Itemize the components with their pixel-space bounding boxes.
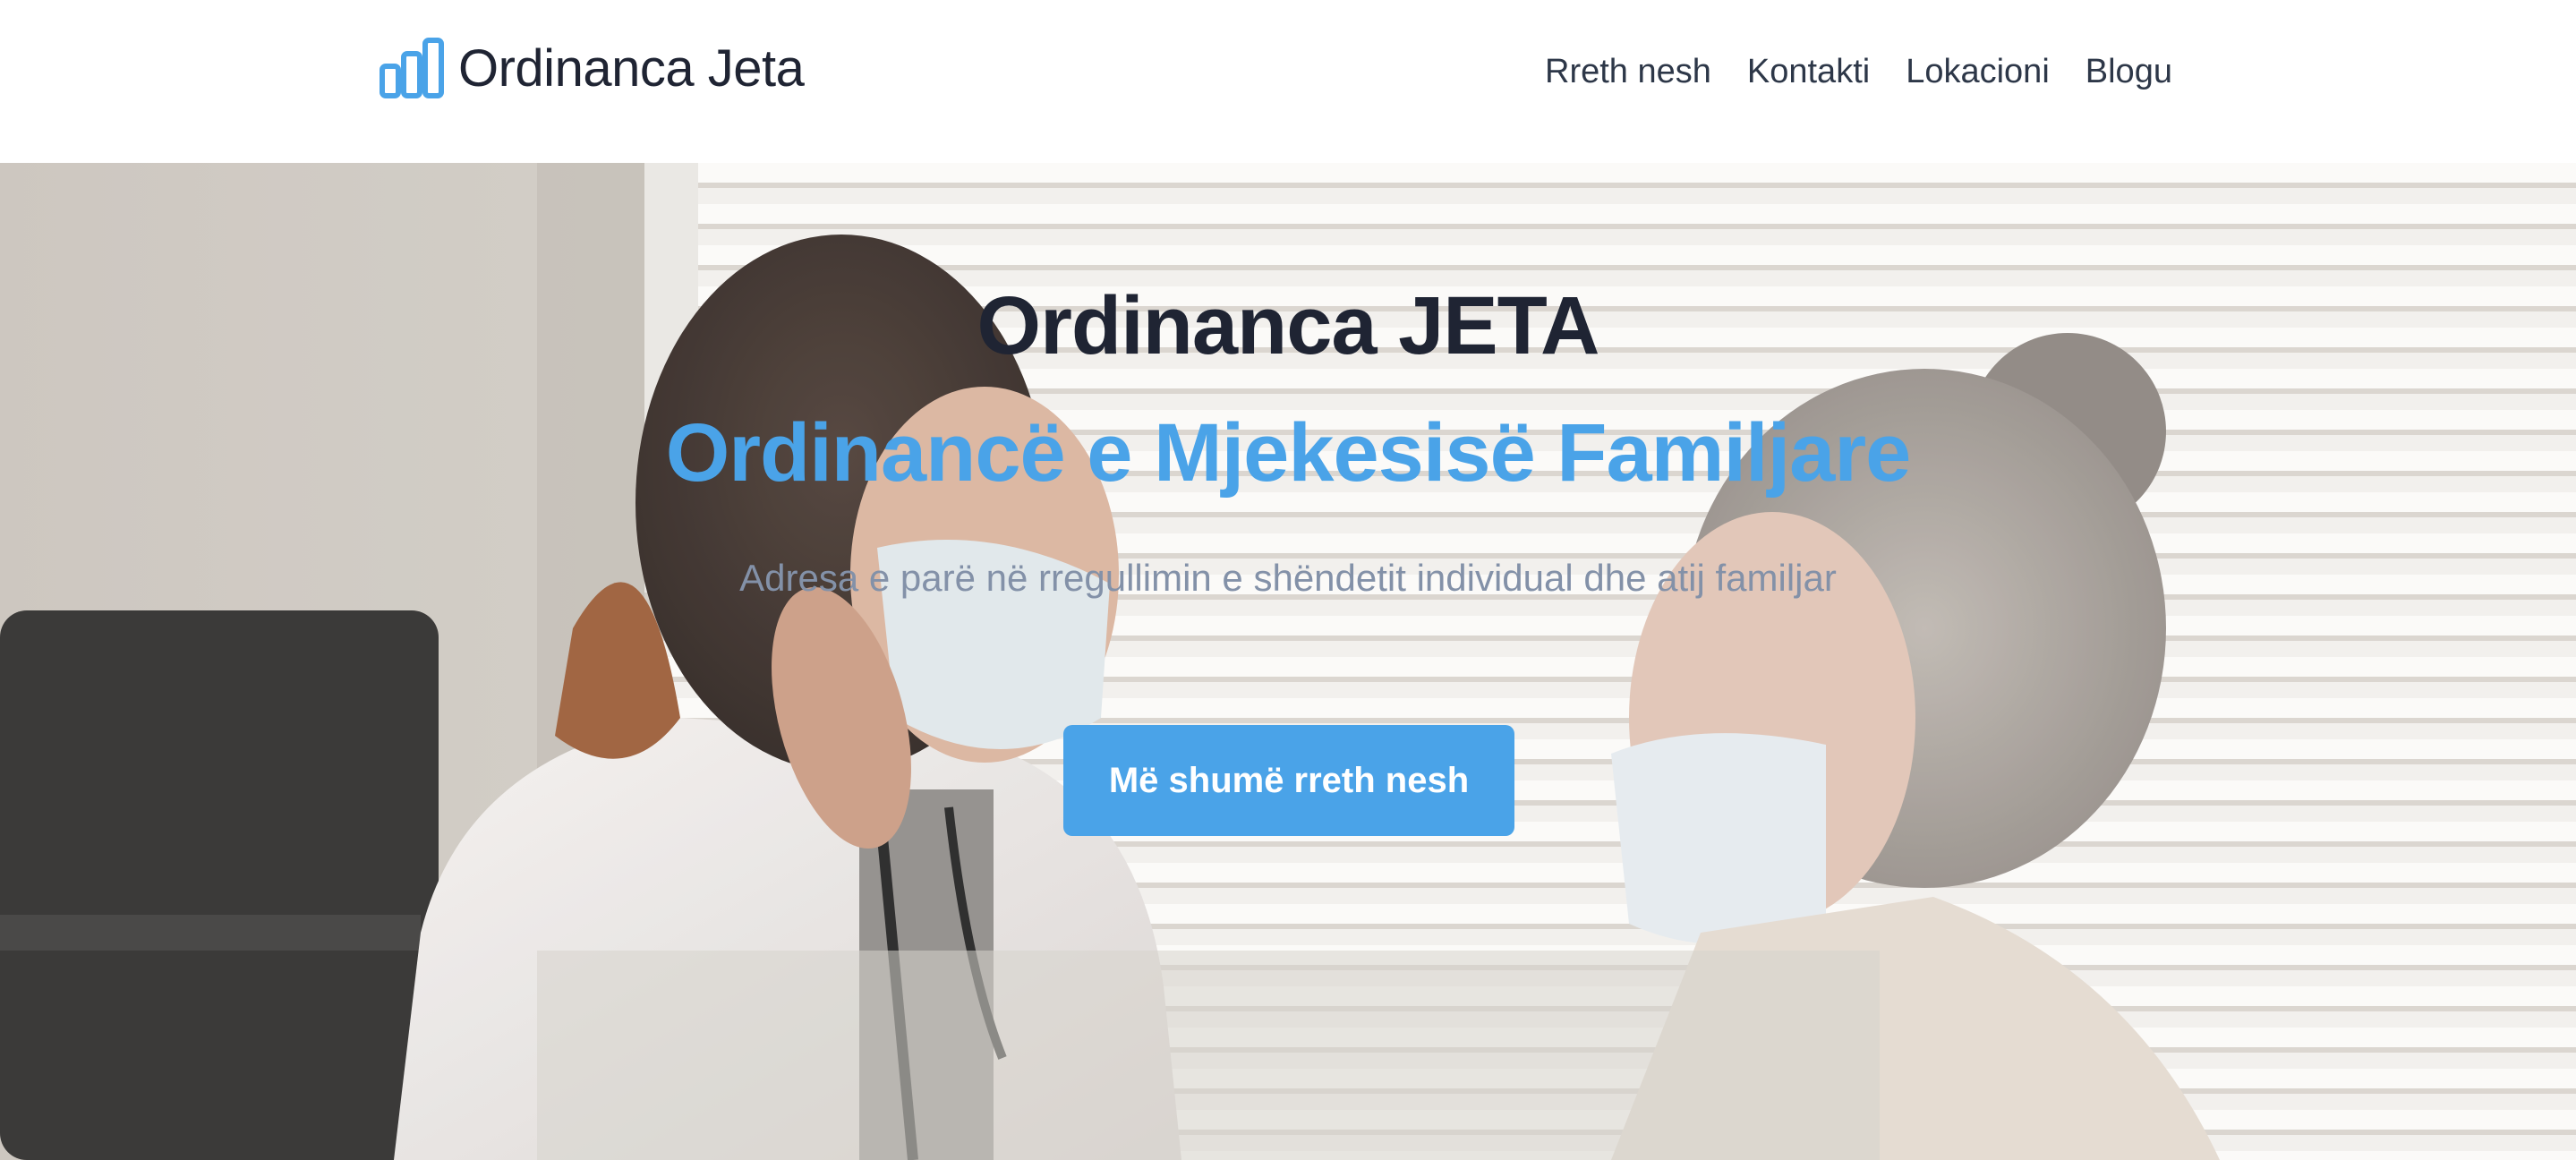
hero-subtitle: Ordinancë e Mjekesisë Familjare — [665, 407, 1912, 499]
nav-link-blogu[interactable]: Blogu — [2086, 50, 2172, 93]
hero-section: Ordinanca JETA Ordinancë e Mjekesisë Fam… — [0, 163, 2576, 1160]
brand-name: Ordinanca Jeta — [458, 38, 805, 98]
hero-title: Ordinanca JETA — [977, 280, 1600, 371]
learn-more-button[interactable]: Më shumë rreth nesh — [1063, 725, 1514, 836]
bar-chart-icon — [380, 38, 444, 98]
site-header: Ordinanca Jeta Rreth nesh Kontakti Lokac… — [0, 0, 2576, 163]
nav-link-rreth-nesh[interactable]: Rreth nesh — [1545, 50, 1711, 93]
brand-logo-link[interactable]: Ordinanca Jeta — [380, 36, 805, 100]
hero-tagline: Adresa e parë në rregullimin e shëndetit… — [739, 557, 1837, 599]
main-nav: Rreth nesh Kontakti Lokacioni Blogu — [1545, 50, 2172, 93]
nav-link-lokacioni[interactable]: Lokacioni — [1906, 50, 2050, 93]
nav-link-kontakti[interactable]: Kontakti — [1747, 50, 1870, 93]
